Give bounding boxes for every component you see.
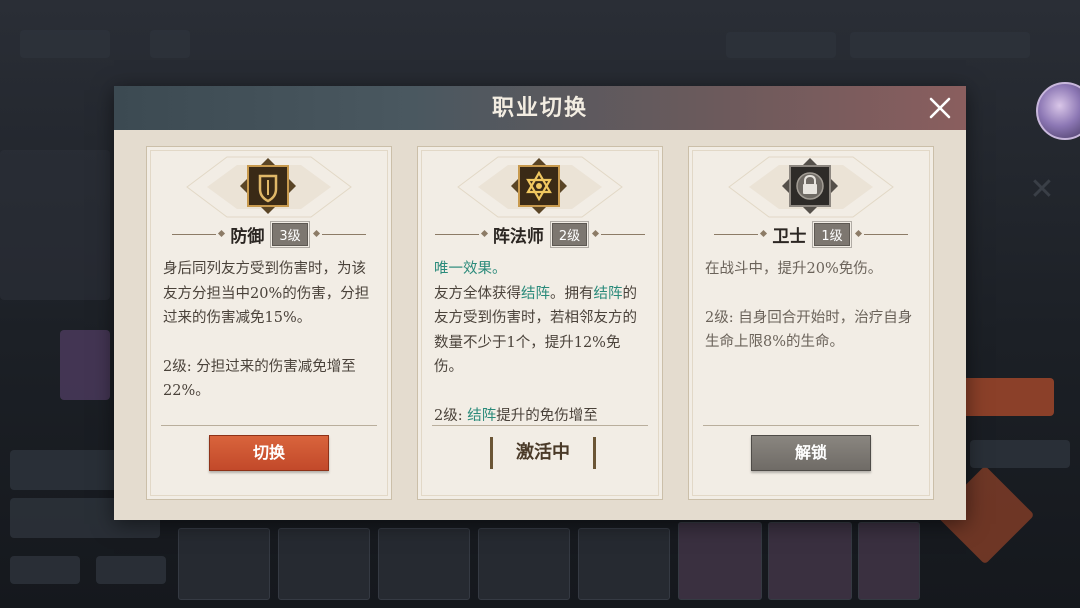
shield-icon — [240, 158, 296, 214]
level2-effect-text: 2级: 分担过来的伤害减免增至22%。 — [163, 358, 356, 400]
bg-card-slot — [278, 528, 370, 600]
bg-tab — [96, 556, 166, 584]
class-card-formation-mage: 阵法师 2级 唯一效果。 友方全体获得结阵。拥有结阵的友方受到伤害时，若相邻友方… — [417, 146, 663, 500]
class-name-row: 卫士 1级 — [689, 220, 933, 248]
unique-effect-text: 唯一效果。 — [434, 261, 507, 277]
class-name-row: 防御 3级 — [147, 220, 391, 248]
modal-header: 职业切换 — [114, 86, 966, 130]
bg-topbar-item — [150, 30, 190, 58]
keyword-link[interactable]: 结阵 — [521, 286, 550, 302]
class-card-defense: 防御 3级 身后同列友方受到伤害时，为该友方分担当中20%的伤害，分担过来的伤害… — [146, 146, 392, 500]
class-card-guardian: 卫士 1级 在战斗中，提升20%免伤。 2级: 自身回合开始时，治疗自身生命上限… — [688, 146, 934, 500]
bg-orange-button — [962, 378, 1054, 416]
divider — [161, 425, 377, 426]
class-name: 卫士 — [772, 226, 807, 247]
effect-text: 在战斗中，提升20%免伤。 — [705, 261, 883, 277]
hexagram-icon — [511, 158, 567, 214]
bg-card-slot — [478, 528, 570, 600]
unlock-button[interactable]: 解锁 — [751, 435, 871, 471]
class-description: 唯一效果。 友方全体获得结阵。拥有结阵的友方受到伤害时，若相邻友方的数量不少于1… — [434, 257, 646, 421]
level-badge: 2级 — [549, 220, 590, 248]
active-status-label: 激活中 — [490, 437, 596, 469]
class-switch-modal: 职业切换 防御 3级 身后同列友方受到伤害时，为该友方分担当中20%的伤害，分担… — [114, 86, 966, 520]
level-badge: 1级 — [812, 220, 852, 248]
bg-tab — [10, 556, 80, 584]
keyword-link[interactable]: 结阵 — [467, 408, 496, 422]
modal-title: 职业切换 — [491, 95, 588, 121]
class-description: 身后同列友方受到伤害时，为该友方分担当中20%的伤害，分担过来的伤害减免15%。… — [163, 257, 375, 421]
effect-text: 身后同列友方受到伤害时，为该友方分担当中20%的伤害，分担过来的伤害减免15%。 — [163, 261, 370, 326]
bg-item-art — [60, 330, 110, 400]
bg-close-icon: ✕ — [1029, 172, 1055, 207]
switch-button[interactable]: 切换 — [209, 435, 329, 471]
bg-character-art — [0, 150, 110, 300]
class-name: 阵法师 — [492, 226, 544, 247]
level-badge: 3级 — [270, 220, 310, 248]
level2-effect-text: 2级: 结阵提升的免伤增至 — [434, 404, 646, 422]
bg-card-slot — [178, 528, 270, 600]
bg-character-card — [858, 522, 920, 600]
bg-topbar-left — [20, 30, 110, 58]
keyword-link[interactable]: 结阵 — [594, 286, 623, 302]
class-description: 在战斗中，提升20%免伤。 2级: 自身回合开始时，治疗自身生命上限8%的生命。 — [705, 257, 917, 421]
bg-card-slot — [578, 528, 670, 600]
close-icon — [929, 97, 951, 119]
bg-card-slot — [378, 528, 470, 600]
class-name: 防御 — [230, 226, 265, 247]
divider — [703, 425, 919, 426]
bg-character-card — [768, 522, 852, 600]
class-name-row: 阵法师 2级 — [418, 220, 662, 248]
divider — [432, 425, 648, 426]
bg-side-item — [970, 440, 1070, 468]
bg-resource-bar — [726, 32, 836, 58]
bg-character-card — [678, 522, 762, 600]
level2-effect-text: 2级: 自身回合开始时，治疗自身生命上限8%的生命。 — [705, 309, 913, 351]
effect-text: 友方全体获得结阵。拥有结阵的友方受到伤害时，若相邻友方的数量不少于1个，提升12… — [434, 285, 637, 376]
lock-icon — [782, 158, 838, 214]
close-button[interactable] — [924, 92, 956, 124]
bg-resource-bar-2 — [850, 32, 1030, 58]
